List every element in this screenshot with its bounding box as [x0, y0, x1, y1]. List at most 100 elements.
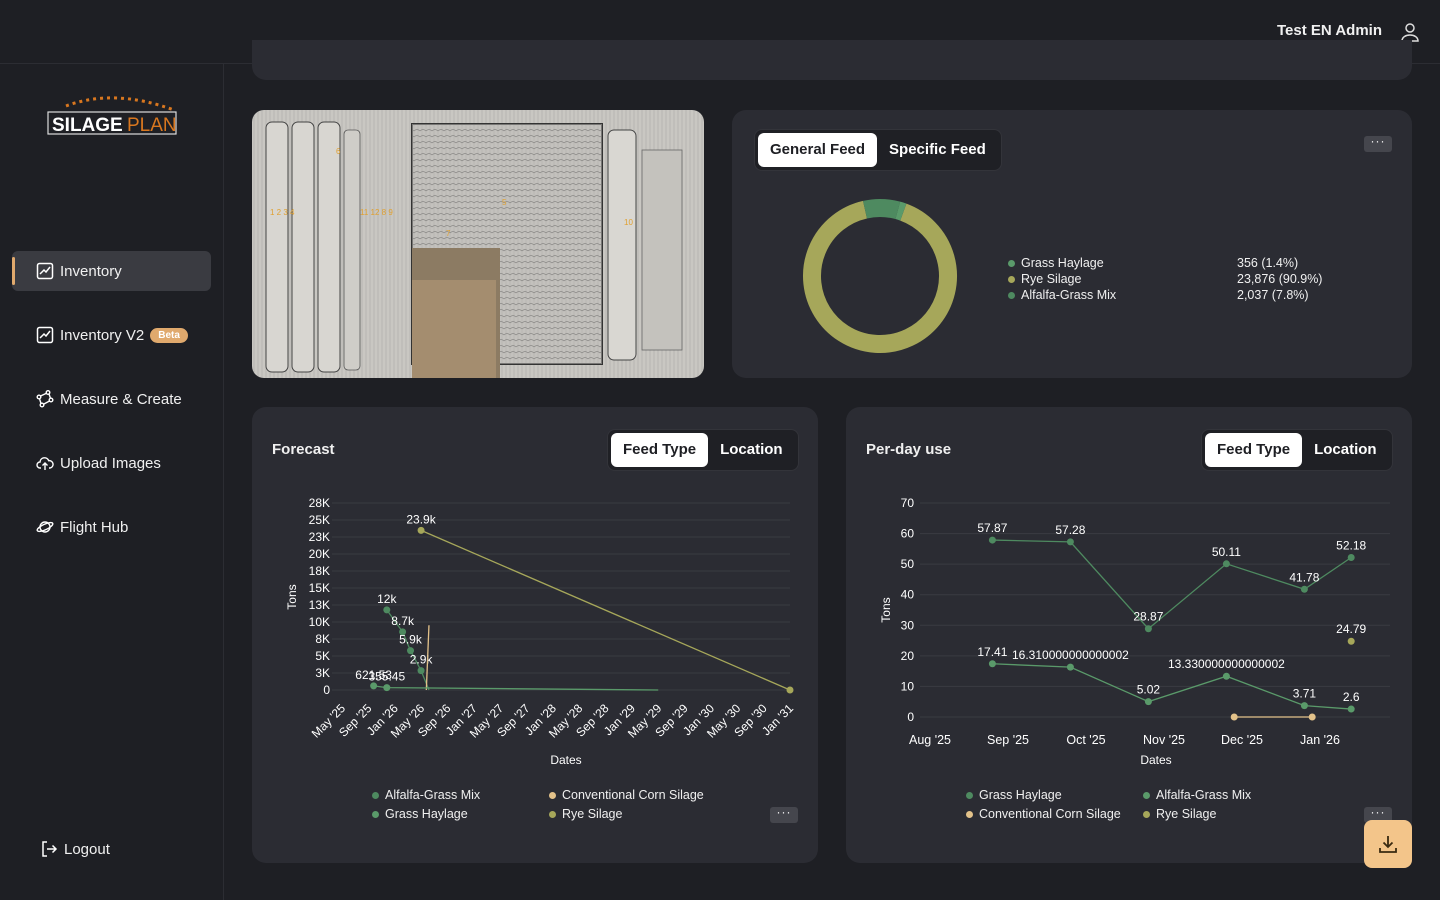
- forecast-more-button[interactable]: ···: [770, 806, 798, 823]
- sidebar-item-label: Upload Images: [60, 454, 161, 472]
- donut-slice: [895, 201, 907, 221]
- forecast-title: Forecast: [272, 441, 335, 458]
- data-point: [1144, 698, 1152, 706]
- legend-item: Rye Silage: [549, 807, 622, 821]
- data-label: 2.6: [1343, 690, 1360, 704]
- per-day-toggle: Feed Type Location: [1201, 429, 1393, 471]
- y-tick-label: 20: [901, 649, 915, 663]
- forecast-toggle: Feed Type Location: [607, 429, 799, 471]
- data-label: 16.310000000000002: [1012, 648, 1129, 662]
- data-point: [1308, 713, 1316, 721]
- tab-general-feed[interactable]: General Feed: [758, 133, 878, 167]
- per-day-use-card: Per-day use Feed Type Location 70 60 50 40 3…: [846, 407, 1412, 863]
- legend-label: Grass Haylage: [1021, 256, 1104, 270]
- x-axis-label: Dates: [550, 753, 581, 767]
- legend-label: Alfalfa-Grass Mix: [1156, 788, 1252, 802]
- legend-dot: [372, 810, 379, 818]
- legend-item: Rye Silage: [1143, 807, 1216, 821]
- feed-more-button[interactable]: ···: [1364, 135, 1392, 152]
- map-marker: 6: [336, 147, 341, 156]
- beta-badge: Beta: [150, 327, 188, 343]
- feed-distribution-card: General Feed Specific Feed ··· Grass Hay…: [732, 110, 1412, 378]
- sidebar-item-flight-hub[interactable]: Flight Hub: [12, 507, 211, 547]
- legend-item: Rye Silage: [1008, 272, 1081, 286]
- tab-specific-feed[interactable]: Specific Feed: [877, 133, 998, 167]
- data-point: [1144, 625, 1152, 633]
- tab-location[interactable]: Location: [708, 433, 795, 467]
- y-tick-label: 10K: [309, 615, 330, 629]
- top-card-stub: [252, 40, 1412, 80]
- y-tick-label: 18K: [309, 564, 330, 578]
- logout-button[interactable]: Logout: [40, 840, 110, 858]
- measure-icon: [36, 390, 54, 408]
- data-point: [383, 684, 391, 692]
- legend-item: Alfalfa-Grass Mix: [372, 788, 480, 802]
- data-label: 12k: [377, 592, 397, 606]
- legend-value: 2,037 (7.8%): [1237, 288, 1309, 302]
- y-tick-label: 8K: [315, 632, 330, 646]
- map-marker: 11 12 8 9: [360, 208, 393, 217]
- logo-text-b: PLAN: [127, 115, 177, 136]
- x-tick-label: Sep '25: [987, 733, 1029, 747]
- sidebar-item-label: Measure & Create: [60, 390, 182, 408]
- user-name[interactable]: Test EN Admin: [1277, 22, 1382, 39]
- silageplan-logo[interactable]: SILAGE PLAN: [44, 94, 184, 142]
- map-marker: 1 2 3 4: [270, 208, 295, 217]
- planet-icon: [36, 521, 54, 533]
- y-tick-label: 70: [901, 496, 915, 510]
- tab-feed-type[interactable]: Feed Type: [1205, 433, 1303, 467]
- legend-dot: [1008, 275, 1015, 283]
- legend-item: Conventional Corn Silage: [549, 788, 704, 802]
- chart-icon: [36, 326, 54, 344]
- data-label: 5.9k: [399, 633, 423, 647]
- sidebar-item-inventory[interactable]: Inventory: [12, 251, 211, 291]
- y-tick-label: 25K: [309, 513, 330, 527]
- sidebar-item-label: Inventory: [60, 262, 122, 280]
- chart-icon: [36, 262, 54, 280]
- data-point: [1300, 702, 1308, 710]
- legend-dot: [1008, 291, 1015, 299]
- legend-label: Conventional Corn Silage: [979, 807, 1121, 821]
- legend-label: Rye Silage: [1021, 272, 1082, 286]
- aerial-map-image[interactable]: 1 2 3 4 11 12 8 9 5 10 6 7: [252, 110, 704, 378]
- data-label: 8.7k: [391, 614, 415, 628]
- data-label: 5.02: [1137, 683, 1161, 697]
- data-point: [988, 536, 996, 544]
- y-tick-label: 23K: [309, 530, 330, 544]
- y-tick-label: 60: [901, 527, 915, 541]
- data-point: [417, 526, 425, 534]
- download-icon: [1379, 836, 1397, 853]
- data-label: 355.45: [368, 670, 405, 684]
- data-point: [1066, 663, 1074, 671]
- data-label: 3.71: [1293, 687, 1317, 701]
- data-point: [1347, 637, 1355, 645]
- donut-slice: [803, 200, 957, 353]
- sidebar-item-label: Inventory V2: [60, 326, 145, 344]
- legend-dot: [966, 791, 973, 799]
- y-axis-label: Tons: [285, 584, 299, 609]
- legend-item: Grass Haylage: [1008, 256, 1104, 270]
- data-label: 52.18: [1336, 538, 1366, 552]
- aerial-photo: 1 2 3 4 11 12 8 9 5 10 6 7: [252, 110, 704, 378]
- y-tick-label: 5K: [315, 649, 330, 663]
- legend-item: Alfalfa-Grass Mix: [1143, 788, 1251, 802]
- data-label: 2.9k: [410, 653, 434, 667]
- x-tick-label: Aug '25: [909, 733, 951, 747]
- legend-dot: [1008, 259, 1015, 267]
- y-tick-label: 20K: [309, 547, 330, 561]
- y-tick-label: 13K: [309, 598, 330, 612]
- map-marker: 10: [624, 218, 633, 227]
- legend-dot: [372, 791, 379, 799]
- logout-icon: [42, 841, 58, 857]
- y-axis-label: Tons: [879, 597, 893, 622]
- tab-location[interactable]: Location: [1302, 433, 1389, 467]
- tab-feed-type[interactable]: Feed Type: [611, 433, 709, 467]
- legend-label: Rye Silage: [1156, 807, 1217, 821]
- sidebar-item-inventory-v2[interactable]: Inventory V2 Beta: [12, 315, 211, 355]
- sidebar-item-upload-images[interactable]: Upload Images: [12, 443, 211, 483]
- legend-dot: [1143, 791, 1150, 799]
- legend-dot: [1143, 810, 1150, 818]
- legend-item: Grass Haylage: [372, 807, 468, 821]
- download-button[interactable]: [1364, 820, 1412, 868]
- sidebar-item-measure-create[interactable]: Measure & Create: [12, 379, 211, 419]
